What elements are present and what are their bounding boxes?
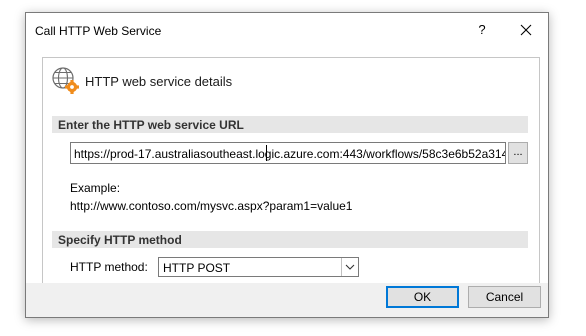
cancel-button[interactable]: Cancel (468, 286, 541, 308)
browse-button[interactable]: ... (508, 142, 528, 164)
call-http-web-service-dialog: Call HTTP Web Service ? HTTP web service… (25, 12, 549, 318)
help-button[interactable]: ? (467, 18, 497, 42)
chevron-down-icon (345, 264, 355, 270)
url-section-header: Enter the HTTP web service URL (52, 116, 528, 133)
close-button[interactable] (511, 18, 541, 42)
text-caret (266, 145, 267, 161)
group-title: HTTP web service details (85, 74, 233, 89)
close-icon (520, 24, 532, 36)
dropdown-arrow[interactable] (341, 258, 358, 276)
url-input-value: https://prod-17.australiasoutheast.logic… (74, 147, 506, 161)
ok-button[interactable]: OK (386, 286, 459, 308)
title-bar: Call HTTP Web Service ? (26, 13, 548, 47)
button-bar: OK Cancel (26, 283, 548, 317)
http-method-label: HTTP method: (70, 260, 148, 274)
method-section-header-label: Specify HTTP method (58, 233, 182, 247)
url-input[interactable]: https://prod-17.australiasoutheast.logic… (70, 142, 506, 164)
http-method-value: HTTP POST (163, 261, 231, 275)
globe-gear-icon (50, 66, 80, 94)
method-section-header: Specify HTTP method (52, 231, 528, 248)
url-section-header-label: Enter the HTTP web service URL (58, 118, 244, 132)
example-label: Example: (70, 181, 121, 195)
window-title: Call HTTP Web Service (35, 24, 162, 38)
example-url: http://www.contoso.com/mysvc.aspx?param1… (70, 199, 353, 213)
http-method-select[interactable]: HTTP POST (158, 257, 359, 277)
http-details-group: HTTP web service details Enter the HTTP … (42, 57, 540, 285)
dialog-content: HTTP web service details Enter the HTTP … (26, 47, 548, 285)
